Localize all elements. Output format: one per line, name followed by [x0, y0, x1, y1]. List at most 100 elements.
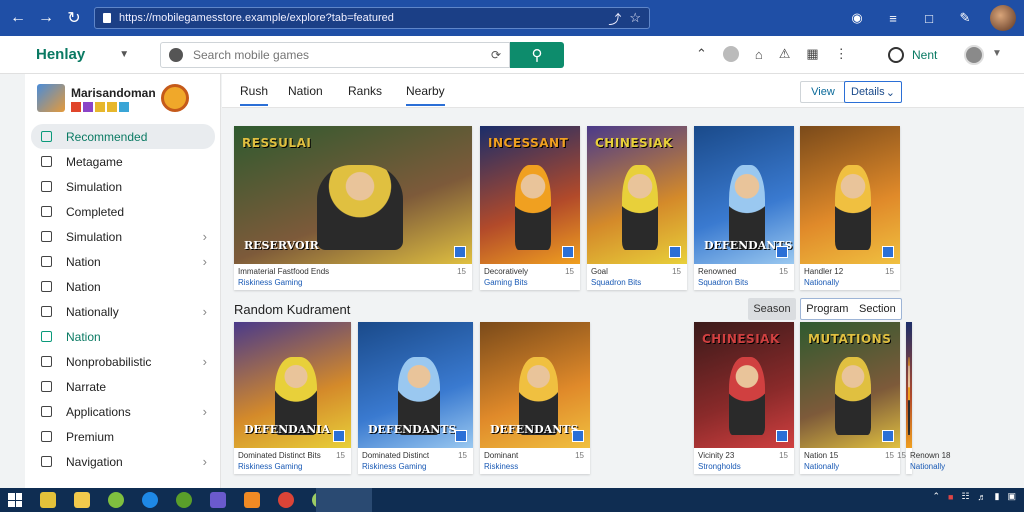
game-publisher[interactable]: Nationally: [910, 462, 945, 471]
chevron-right-icon[interactable]: ›: [203, 404, 207, 419]
tab-ranks[interactable]: Ranks: [348, 84, 382, 104]
game-card[interactable]: INCESSANT Decoratively Gaming Bits 15: [480, 126, 580, 290]
game-cover-image[interactable]: CHINESIAK: [587, 126, 687, 264]
game-publisher[interactable]: Nationally: [804, 462, 839, 471]
tab-nation[interactable]: Nation: [288, 84, 323, 104]
season-filter[interactable]: Season: [748, 298, 796, 320]
chevron-down-icon[interactable]: ▼: [992, 48, 1002, 59]
game-cover-image[interactable]: DEFENDANTS: [480, 322, 590, 448]
edge-icon[interactable]: [142, 492, 158, 508]
game-card[interactable]: DEFENDANTS Renowned Squadron Bits 15: [694, 126, 794, 290]
game-card[interactable]: DEFENDANIA Dominated Distinct Bits Riskine…: [234, 322, 351, 474]
game-publisher[interactable]: Squadron Bits: [698, 278, 748, 287]
sidebar-item[interactable]: Metagame: [31, 149, 215, 174]
game-card[interactable]: Handler 12 Nationally 15: [800, 126, 900, 290]
extension-icon[interactable]: ◉: [846, 7, 868, 29]
game-publisher[interactable]: Gaming Bits: [484, 278, 528, 287]
home-icon[interactable]: ⌂: [755, 47, 763, 62]
search-button[interactable]: ⚲: [510, 42, 564, 68]
game-cover-image[interactable]: DEFENDANIA: [234, 322, 351, 448]
chevron-up-icon[interactable]: ⌃: [932, 491, 940, 502]
brand-logo[interactable]: Henlay: [36, 46, 85, 63]
details-dropdown[interactable]: Details ⌄: [844, 81, 902, 103]
game-publisher[interactable]: Riskiness Gaming: [362, 462, 426, 471]
sidebar-item[interactable]: Completed: [31, 199, 215, 224]
pen-icon[interactable]: [40, 492, 56, 508]
window-icon[interactable]: □: [918, 7, 940, 29]
battery-icon[interactable]: ▮: [995, 491, 1000, 502]
windows-start-icon[interactable]: [8, 493, 22, 507]
game-cover-image[interactable]: MUTATIONS: [800, 322, 900, 448]
game-card[interactable]: DEFENDANTS Dominant Riskiness 15: [480, 322, 590, 474]
game-card[interactable]: CHINESIAK Vicinity 23 Strongholds 15: [694, 322, 794, 474]
sidebar-item[interactable]: Nationally ›: [31, 299, 215, 324]
calendar-icon[interactable]: ▦: [806, 46, 818, 62]
avatar[interactable]: [964, 45, 984, 65]
sidebar-item[interactable]: Recommended: [31, 124, 215, 149]
game-cover-image[interactable]: RESSULAI RESERVOIR: [234, 126, 472, 264]
chevron-right-icon[interactable]: ›: [203, 229, 207, 244]
game-publisher[interactable]: Riskiness Gaming: [238, 462, 302, 471]
sidebar-item[interactable]: Simulation ›: [31, 224, 215, 249]
tab-nearby[interactable]: Nearby: [406, 84, 445, 106]
view-button[interactable]: View: [800, 81, 846, 103]
arrow-up-icon[interactable]: ⌃: [696, 46, 707, 62]
sidebar-item[interactable]: Nation: [31, 274, 215, 299]
program-filter[interactable]: Program: [806, 303, 848, 315]
chevron-right-icon[interactable]: ›: [203, 304, 207, 319]
sidebar-item[interactable]: Narrate: [31, 374, 215, 399]
chevron-down-icon[interactable]: ▼: [119, 49, 129, 60]
game-cover-image[interactable]: DEFENDERSDEFENDAN: [906, 322, 912, 448]
share-icon[interactable]: ⤴: [608, 9, 621, 28]
chrome-icon[interactable]: [278, 492, 294, 508]
game-card[interactable]: RESSULAI RESERVOIR Immaterial Fastfood End…: [234, 126, 472, 290]
address-bar[interactable]: https://mobilegamesstore.example/explore…: [94, 7, 650, 29]
chevron-right-icon[interactable]: ›: [203, 254, 207, 269]
sidebar-item[interactable]: Navigation ›: [31, 449, 215, 474]
game-publisher[interactable]: Strongholds: [698, 462, 741, 471]
user-icon[interactable]: [888, 47, 904, 63]
back-icon[interactable]: ←: [4, 4, 32, 32]
chevron-right-icon[interactable]: ›: [203, 454, 207, 469]
folder-icon[interactable]: [74, 492, 90, 508]
refresh-icon[interactable]: ⟳: [491, 48, 501, 62]
store-icon[interactable]: [176, 492, 192, 508]
notification-center-icon[interactable]: ▣: [1007, 491, 1016, 502]
game-card[interactable]: DEFENDERSDEFENDAN Renown 18 Nationally 15: [897, 322, 950, 474]
game-publisher[interactable]: Squadron Bits: [591, 278, 641, 287]
browser-profile-avatar[interactable]: [990, 5, 1016, 31]
more-vertical-icon[interactable]: ⋮: [835, 46, 848, 62]
search-input[interactable]: [193, 48, 491, 62]
game-cover-image[interactable]: DEFENDANTS: [694, 126, 794, 264]
volume-icon[interactable]: ♬: [978, 492, 987, 502]
game-card[interactable]: DEFENDANTS Dominated Distinct Riskiness Ga…: [358, 322, 473, 474]
forward-icon[interactable]: →: [32, 4, 60, 32]
game-publisher[interactable]: Riskiness Gaming: [238, 278, 302, 287]
chevron-right-icon[interactable]: ›: [203, 354, 207, 369]
reload-icon[interactable]: ↻: [60, 4, 88, 32]
menu-icon[interactable]: ≡: [882, 7, 904, 29]
tab-rush[interactable]: Rush: [240, 84, 269, 106]
sidebar-item[interactable]: Applications ›: [31, 399, 215, 424]
game-cover-image[interactable]: [800, 126, 900, 264]
section-filter[interactable]: Section: [859, 303, 896, 315]
game-card[interactable]: CHINESIAK Goal Squadron Bits 15: [587, 126, 687, 290]
user-name[interactable]: Nent: [912, 48, 937, 62]
game-card[interactable]: MUTATIONS Nation 15 Nationally 15: [800, 322, 900, 474]
game-publisher[interactable]: Riskiness: [484, 462, 518, 471]
profile-card[interactable]: Marisandoman: [37, 84, 207, 118]
notification-icon[interactable]: ⚠: [779, 46, 791, 62]
files-icon[interactable]: [244, 492, 260, 508]
game-publisher[interactable]: Nationally: [804, 278, 839, 287]
network-icon[interactable]: ☷: [961, 491, 969, 502]
security-icon[interactable]: ■: [948, 492, 953, 502]
sidebar-item[interactable]: Simulation: [31, 174, 215, 199]
edit-icon[interactable]: ✎: [954, 7, 976, 29]
sidebar-item[interactable]: Nation: [31, 324, 215, 349]
media-icon[interactable]: [210, 492, 226, 508]
status-icon[interactable]: [722, 46, 739, 62]
game-cover-image[interactable]: INCESSANT: [480, 126, 580, 264]
sidebar-item[interactable]: Nonprobabilistic ›: [31, 349, 215, 374]
game-cover-image[interactable]: CHINESIAK: [694, 322, 794, 448]
browser-icon[interactable]: [108, 492, 124, 508]
